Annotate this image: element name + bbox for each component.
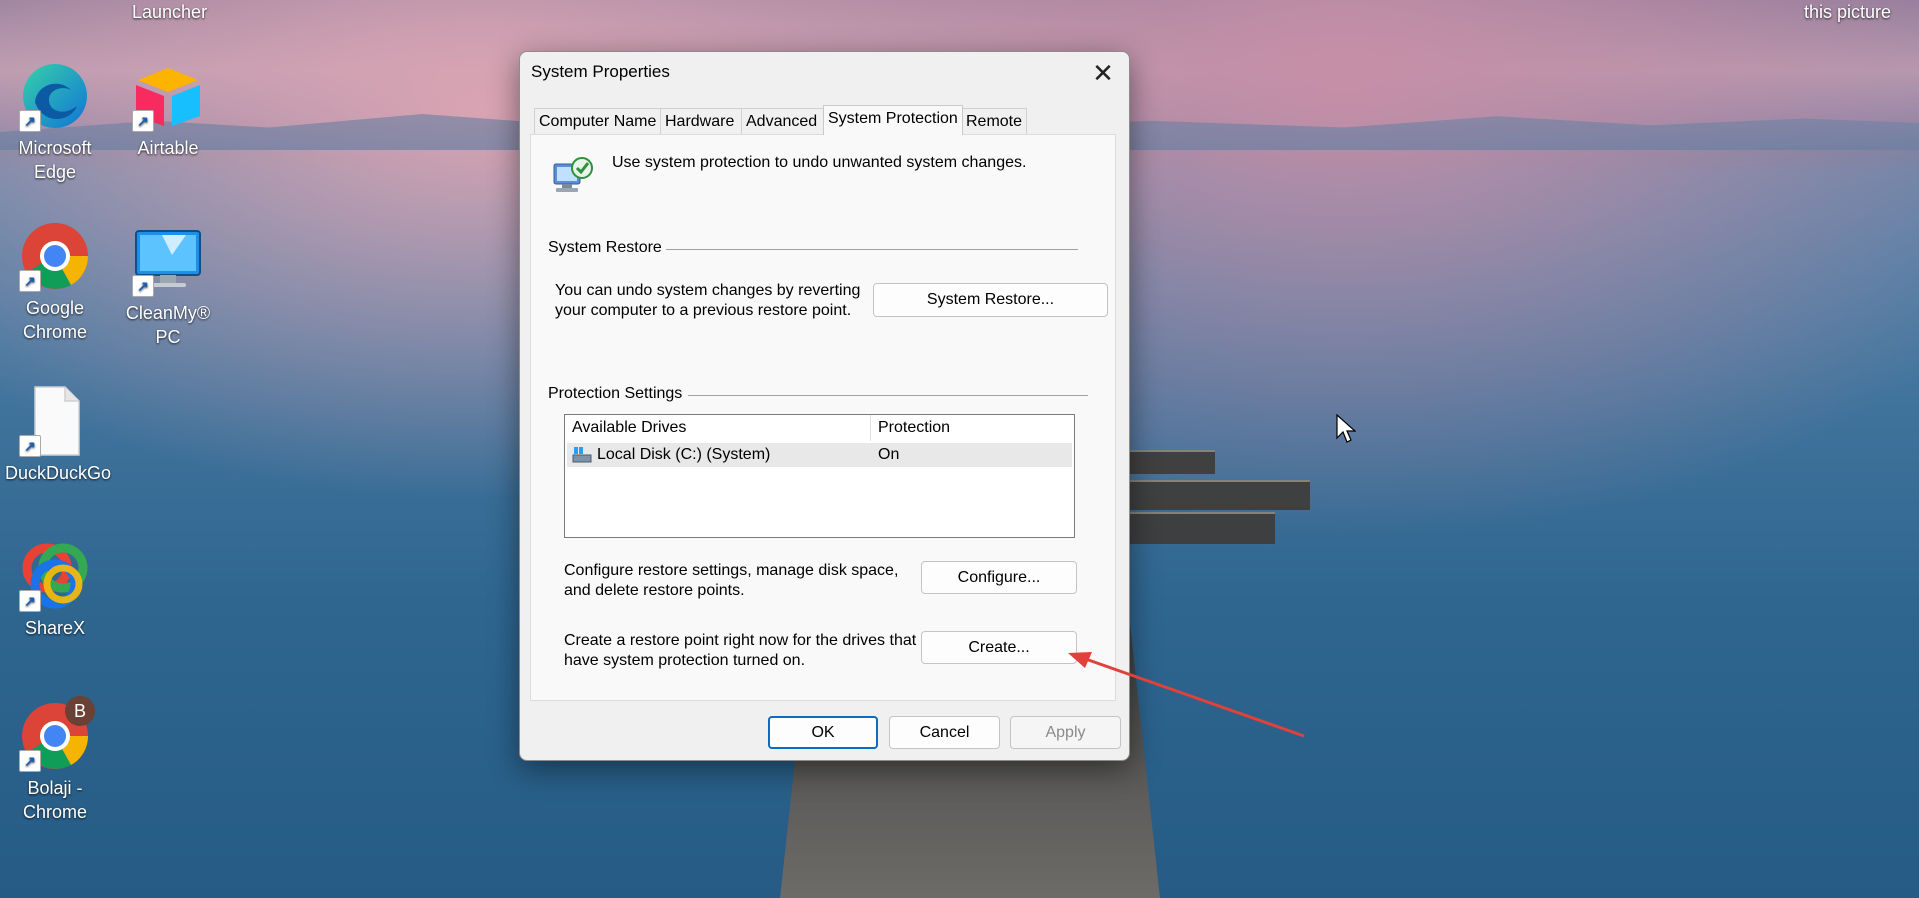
configure-description: Configure restore settings, manage disk … [564,562,899,599]
desktop-icon-bolaji-chrome[interactable]: B Bolaji - Chrome [5,696,105,824]
tab-computer-name[interactable]: Computer Name [534,108,662,134]
desktop-caption-launcher: Launcher [132,2,208,22]
close-icon[interactable]: ✕ [1085,58,1121,88]
desktop-icon-duckduckgo[interactable]: DuckDuckGo [5,385,112,485]
dialog-title: System Properties [531,62,670,81]
cancel-button[interactable]: Cancel [889,716,1000,749]
intro-text: Use system protection to undo unwanted s… [612,154,1027,171]
profile-badge: B [65,696,95,726]
desktop-icon-google-chrome[interactable]: Google Chrome [5,220,105,344]
shortcut-arrow-icon [19,590,41,612]
system-restore-description: You can undo system changes by reverting… [555,282,861,319]
shortcut-arrow-icon [19,435,41,457]
shortcut-arrow-icon [19,110,41,132]
tab-remote[interactable]: Remote [961,108,1027,134]
drive-protection-status: On [878,446,900,463]
shortcut-arrow-icon [19,750,41,772]
desktop-icon-microsoft-edge[interactable]: Microsoft Edge [5,60,105,184]
icon-label: Chrome [22,322,88,342]
icon-label: Google [25,298,85,318]
tab-hardware[interactable]: Hardware [660,108,743,134]
icon-label: Edge [33,162,77,182]
system-properties-dialog: System Properties ✕ Computer Name Hardwa… [519,51,1130,761]
list-header: Available Drives Protection [565,415,1074,441]
wallpaper-plank [1130,480,1310,510]
shortcut-arrow-icon [19,270,41,292]
desktop-icon-cleanmypc[interactable]: CleanMy® PC [118,225,218,349]
chrome-profile-icon: B [19,696,95,772]
column-header-available-drives[interactable]: Available Drives [565,415,871,441]
system-protection-icon [550,152,596,198]
drive-name: Local Disk (C:) (System) [597,446,771,463]
available-drives-list[interactable]: Available Drives Protection Local Disk (… [564,414,1075,538]
tab-system-protection[interactable]: System Protection [823,105,963,135]
apply-button[interactable]: Apply [1010,716,1121,749]
icon-label: ShareX [24,618,86,638]
desktop-icon-sharex[interactable]: ShareX [5,540,105,640]
icon-label: CleanMy® [125,303,211,323]
system-restore-group-title: System Restore [548,239,662,256]
icon-label: Microsoft [18,138,92,158]
drive-icon [572,446,592,464]
wallpaper-plank [1130,450,1215,474]
desktop-caption-this-picture: this picture [1804,2,1892,22]
icon-label: DuckDuckGo [5,463,112,483]
tab-advanced[interactable]: Advanced [741,108,825,134]
shortcut-arrow-icon [132,110,154,132]
create-description: Create a restore point right now for the… [564,632,917,669]
create-button[interactable]: Create... [921,631,1077,664]
protection-settings-group-title: Protection Settings [548,385,683,402]
blank-file-icon [19,385,91,457]
sharex-icon [19,540,91,612]
icon-label: Bolaji - [27,778,83,798]
ok-button[interactable]: OK [768,716,878,749]
configure-button[interactable]: Configure... [921,561,1077,594]
mouse-cursor-icon [1336,413,1357,449]
shortcut-arrow-icon [132,275,154,297]
table-row[interactable]: Local Disk (C:) (System) On [567,443,1072,467]
desktop-icon-airtable[interactable]: Airtable [118,60,218,160]
wallpaper-plank [1130,512,1275,544]
group-divider [688,395,1088,396]
icon-label: Chrome [22,802,88,822]
icon-label: PC [155,327,181,347]
group-divider [666,249,1078,250]
icon-label: Airtable [137,138,199,158]
column-header-protection[interactable]: Protection [871,415,1071,441]
airtable-icon [132,60,204,132]
chrome-icon [19,220,91,292]
edge-icon [19,60,91,132]
system-restore-button[interactable]: System Restore... [873,283,1108,317]
cleanmypc-icon [132,225,204,297]
